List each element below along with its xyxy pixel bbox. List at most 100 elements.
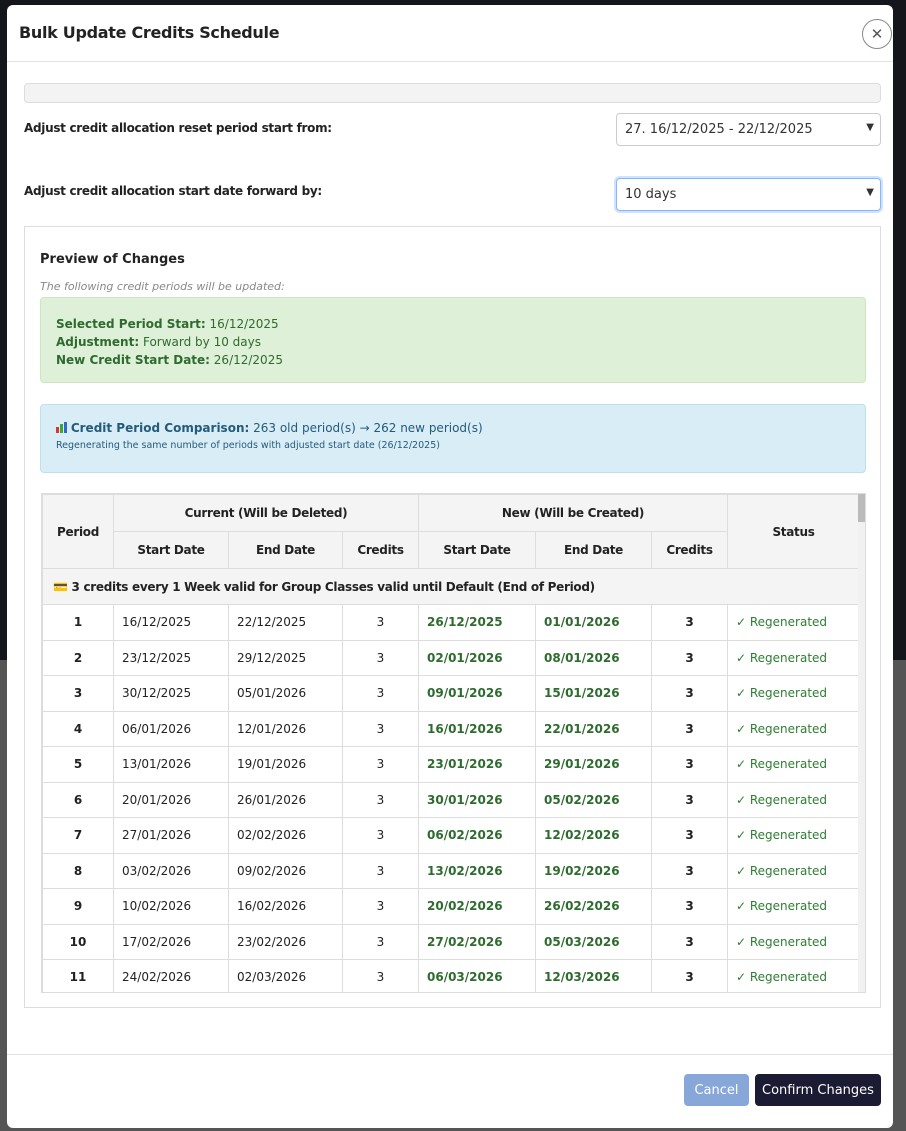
cell-status: ✓ Regenerated (727, 817, 860, 854)
cell-period: 3 (42, 675, 114, 712)
cell-current-end: 05/01/2026 (228, 675, 343, 712)
cell-period: 7 (42, 817, 114, 854)
progress-bar (24, 83, 881, 103)
adjustment-value: Forward by 10 days (142, 335, 261, 349)
cell-new-end: 12/02/2026 (535, 817, 652, 854)
chevron-down-icon: ▼ (866, 122, 874, 133)
cell-current-credits: 3 (342, 604, 419, 641)
cell-current-credits: 3 (342, 746, 419, 783)
header-current: Current (Will be Deleted) (113, 494, 419, 532)
table-row: 6 20/01/2026 26/01/2026 3 30/01/2026 05/02/20… (42, 781, 860, 818)
cell-current-start: 30/12/2025 (113, 675, 229, 712)
cell-current-credits: 3 (342, 639, 419, 676)
confirm-changes-button[interactable]: Confirm Changes (755, 1074, 881, 1106)
cell-period: 11 (42, 959, 114, 992)
group-row: 💳 3 credits every 1 Week valid for Group… (42, 568, 860, 605)
new-start-label: New Credit Start Date: (56, 353, 210, 367)
cell-status: ✓ Regenerated (727, 604, 860, 641)
comparison-note: Regenerating the same number of periods … (56, 440, 440, 451)
table-row: 9 10/02/2026 16/02/2026 3 20/02/2026 26/02/20… (42, 888, 860, 925)
cell-current-credits: 3 (342, 710, 419, 747)
cell-new-start: 13/02/2026 (418, 852, 536, 889)
cell-new-credits: 3 (651, 675, 728, 712)
cell-new-start: 23/01/2026 (418, 746, 536, 783)
cell-current-credits: 3 (342, 675, 419, 712)
cell-new-credits: 3 (651, 746, 728, 783)
group-label: 3 credits every 1 Week valid for Group C… (71, 579, 596, 594)
table-row: 4 06/01/2026 12/01/2026 3 16/01/2026 22/01/20… (42, 710, 860, 747)
cell-new-start: 06/03/2026 (418, 959, 536, 992)
cell-status: ✓ Regenerated (727, 781, 860, 818)
cell-current-credits: 3 (342, 781, 419, 818)
cell-current-credits: 3 (342, 923, 419, 960)
cell-current-start: 17/02/2026 (113, 923, 229, 960)
preview-panel: Preview of Changes The following credit … (24, 226, 881, 1008)
cell-new-credits: 3 (651, 710, 728, 747)
close-button[interactable]: ✕ (862, 19, 892, 49)
cell-new-start: 09/01/2026 (418, 675, 536, 712)
cell-current-start: 16/12/2025 (113, 604, 229, 641)
cell-new-end: 05/02/2026 (535, 781, 652, 818)
cell-new-start: 26/12/2025 (418, 604, 536, 641)
cell-current-end: 22/12/2025 (228, 604, 343, 641)
cell-period: 9 (42, 888, 114, 925)
cell-current-credits: 3 (342, 817, 419, 854)
table-row: 10 17/02/2026 23/02/2026 3 27/02/2026 05/03/2… (42, 923, 860, 960)
table-row: 2 23/12/2025 29/12/2025 3 02/01/2026 08/01/20… (42, 639, 860, 676)
scrollbar-thumb[interactable] (858, 494, 865, 522)
header-current-start: Start Date (113, 531, 229, 569)
reset-period-value: 27. 16/12/2025 - 22/12/2025 (625, 122, 813, 137)
cell-period: 4 (42, 710, 114, 747)
cell-new-credits: 3 (651, 604, 728, 641)
selected-value: 16/12/2025 (209, 317, 279, 331)
new-start-value: 26/12/2025 (213, 353, 283, 367)
cell-current-start: 03/02/2026 (113, 852, 229, 889)
cell-status: ✓ Regenerated (727, 675, 860, 712)
table-scrollbar[interactable] (858, 494, 865, 992)
header-new-start: Start Date (418, 531, 536, 569)
header-current-credits: Credits (342, 531, 419, 569)
cell-current-end: 29/12/2025 (228, 639, 343, 676)
forward-by-label: Adjust credit allocation start date forw… (24, 184, 322, 198)
cell-current-end: 23/02/2026 (228, 923, 343, 960)
forward-by-select[interactable]: 10 days ▼ (616, 178, 881, 211)
table-row: 3 30/12/2025 05/01/2026 3 09/01/2026 15/01/20… (42, 675, 860, 712)
header-new: New (Will be Created) (418, 494, 728, 532)
footer-divider (7, 1054, 893, 1055)
cell-new-end: 26/02/2026 (535, 888, 652, 925)
cell-status: ✓ Regenerated (727, 852, 860, 889)
cell-current-start: 27/01/2026 (113, 817, 229, 854)
summary-box: Selected Period Start: 16/12/2025 Adjust… (40, 297, 866, 383)
cell-new-start: 30/01/2026 (418, 781, 536, 818)
table-row: 7 27/01/2026 02/02/2026 3 06/02/2026 12/02/20… (42, 817, 860, 854)
bulk-update-modal: Bulk Update Credits Schedule ✕ Adjust cr… (7, 5, 893, 1128)
preview-subtitle: The following credit periods will be upd… (40, 280, 285, 293)
cell-current-start: 13/01/2026 (113, 746, 229, 783)
cell-current-end: 12/01/2026 (228, 710, 343, 747)
cell-current-start: 24/02/2026 (113, 959, 229, 992)
cell-current-start: 23/12/2025 (113, 639, 229, 676)
modal-title: Bulk Update Credits Schedule (19, 23, 280, 42)
cell-new-credits: 3 (651, 888, 728, 925)
cell-current-credits: 3 (342, 852, 419, 889)
cell-new-end: 29/01/2026 (535, 746, 652, 783)
table-row: 11 24/02/2026 02/03/2026 3 06/03/2026 12/03/2… (42, 959, 860, 992)
close-icon: ✕ (870, 25, 884, 43)
cell-status: ✓ Regenerated (727, 888, 860, 925)
cell-new-start: 27/02/2026 (418, 923, 536, 960)
header-period: Period (42, 494, 114, 569)
reset-period-select[interactable]: 27. 16/12/2025 - 22/12/2025 ▼ (616, 113, 881, 146)
cell-new-start: 20/02/2026 (418, 888, 536, 925)
cell-current-credits: 3 (342, 888, 419, 925)
cell-new-credits: 3 (651, 923, 728, 960)
cell-period: 1 (42, 604, 114, 641)
cancel-button[interactable]: Cancel (684, 1074, 749, 1106)
periods-table-container[interactable]: Period Current (Will be Deleted) New (Wi… (41, 493, 866, 993)
cell-period: 6 (42, 781, 114, 818)
cell-new-credits: 3 (651, 781, 728, 818)
cell-new-credits: 3 (651, 817, 728, 854)
cell-new-end: 05/03/2026 (535, 923, 652, 960)
table-row: 1 16/12/2025 22/12/2025 3 26/12/2025 01/01/20… (42, 604, 860, 641)
cell-new-end: 12/03/2026 (535, 959, 652, 992)
cell-new-start: 06/02/2026 (418, 817, 536, 854)
